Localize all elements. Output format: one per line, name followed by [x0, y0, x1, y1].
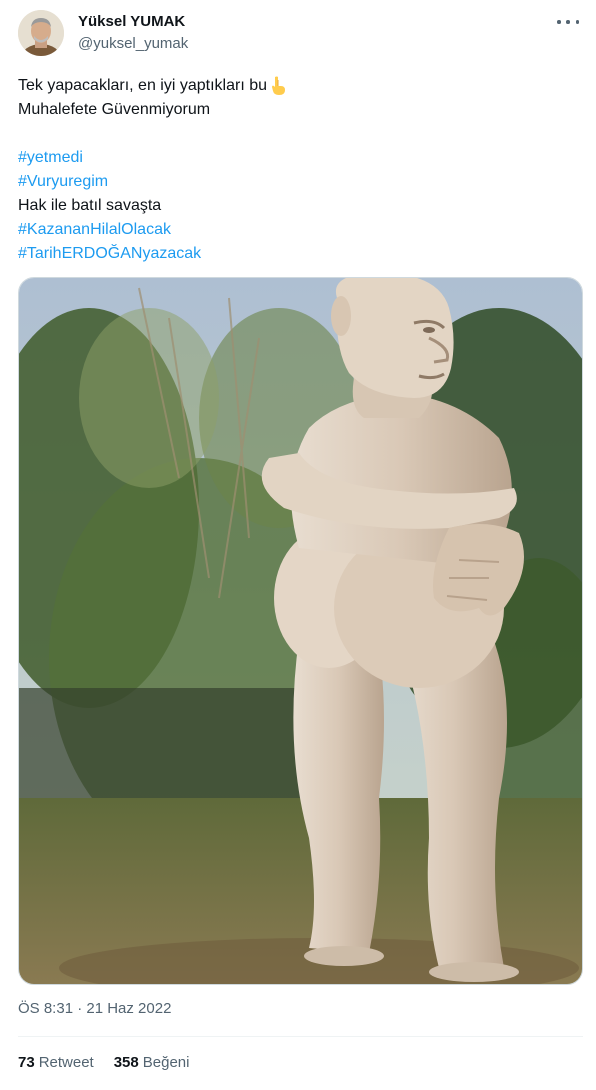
divider: [18, 1036, 583, 1037]
avatar-photo-icon: [18, 10, 64, 56]
likes-stat[interactable]: 358 Beğeni: [114, 1054, 190, 1071]
tweet-media-photo[interactable]: [18, 277, 583, 985]
avatar[interactable]: [18, 10, 64, 56]
likes-label: Beğeni: [142, 1054, 190, 1071]
tweet-line-text: Muhalefete Güvenmiyorum: [18, 101, 211, 118]
hashtag-line: #yetmedi: [18, 146, 578, 170]
retweets-count: 73: [18, 1054, 35, 1071]
more-dot: [566, 20, 570, 24]
hashtag-line: #TarihERDOĞANyazacak: [18, 242, 578, 266]
tweet-card: Yüksel YUMAK @yuksel_yumak Tek yapacakla…: [0, 0, 596, 1090]
more-dot: [575, 20, 579, 24]
more-dot: [557, 20, 561, 24]
more-options-icon[interactable]: [557, 14, 579, 30]
likes-count: 358: [113, 1054, 139, 1071]
hashtag-link[interactable]: #TarihERDOĞANyazacak: [18, 242, 201, 266]
author-name[interactable]: Yüksel YUMAK: [78, 13, 185, 30]
tweet-line: Tek yapacakları, en iyi yaptıkları bu: [18, 74, 578, 98]
tweet-line: Hak ile batıl savaşta: [18, 194, 578, 218]
statue-photo-icon: [19, 278, 582, 984]
retweets-label: Retweet: [38, 1054, 94, 1071]
tweet-stats: 73 Retweet 358 Beğeni: [18, 1054, 209, 1071]
hashtag-link[interactable]: #Vuryuregim: [18, 170, 108, 194]
hashtag-line: #Vuryuregim: [18, 170, 578, 194]
retweets-stat[interactable]: 73 Retweet: [18, 1054, 94, 1071]
tweet-line: Muhalefete Güvenmiyorum: [18, 98, 578, 122]
tweet-text: Tek yapacakları, en iyi yaptıkları bu Mu…: [18, 74, 578, 266]
tweet-line-text: Tek yapacakları, en iyi yaptıkları bu: [18, 77, 268, 94]
tweet-header: Yüksel YUMAK @yuksel_yumak: [18, 10, 583, 58]
author-handle[interactable]: @yuksel_yumak: [78, 35, 188, 52]
pointing-down-emoji-icon: [272, 76, 286, 95]
hashtag-link[interactable]: #KazananHilalOlacak: [18, 218, 171, 242]
tweet-line-text: Hak ile batıl savaşta: [18, 197, 162, 214]
tweet-timestamp[interactable]: ÖS 8:31 · 21 Haz 2022: [18, 1000, 171, 1017]
hashtag-line: #KazananHilalOlacak: [18, 218, 578, 242]
hashtag-link[interactable]: #yetmedi: [18, 146, 83, 170]
